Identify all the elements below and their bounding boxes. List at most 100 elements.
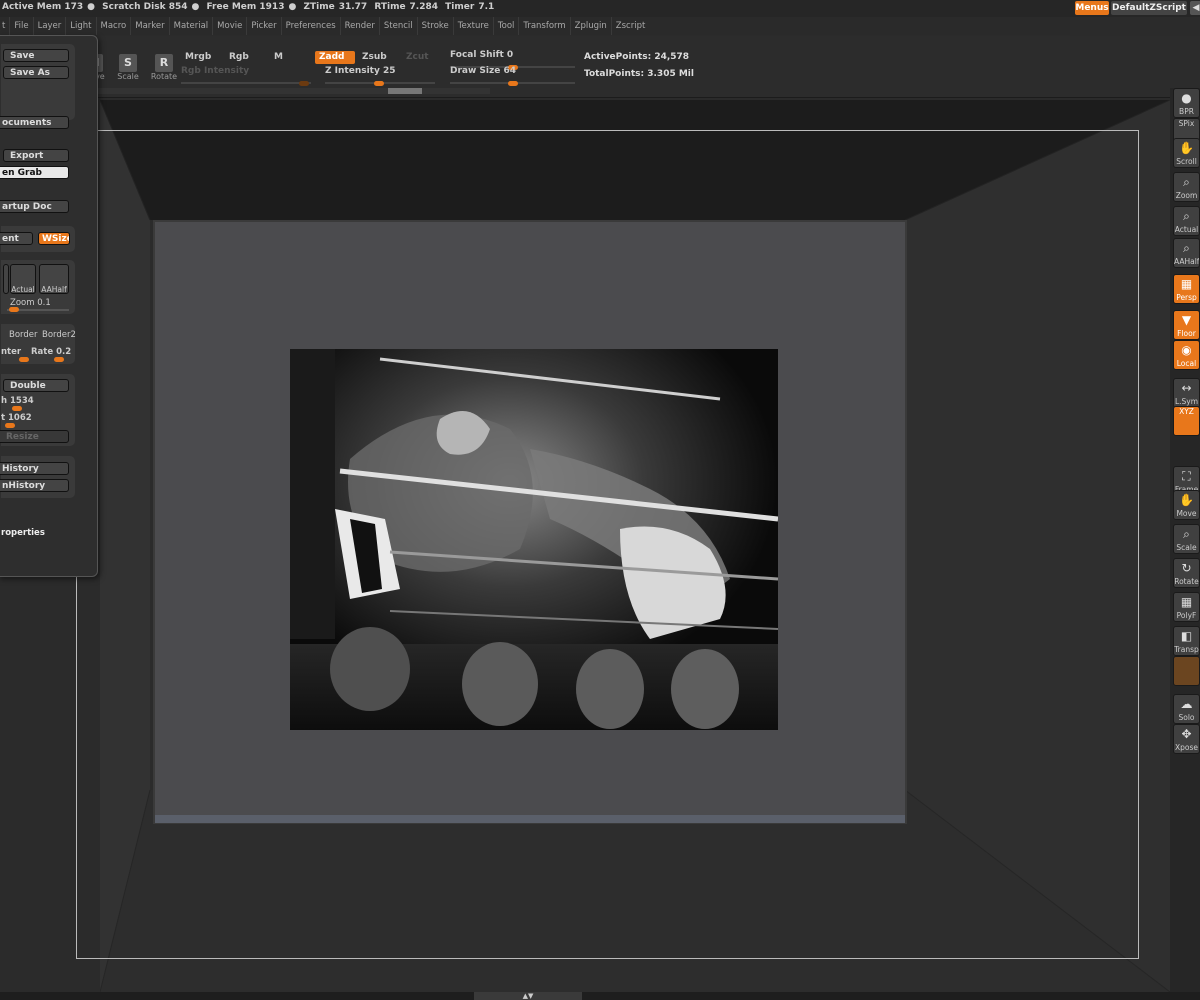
bottom-shelf-toggle[interactable]: ▲▼ [474,992,582,1000]
menu-tool[interactable]: Tool [492,17,519,35]
width-slider-knob[interactable] [12,406,22,411]
shelf-scroll-button[interactable]: ✋ Scroll [1173,138,1200,168]
save-as-button[interactable]: Save As [3,66,69,79]
zoom-slider-knob[interactable] [9,307,19,312]
shelf-bpr-button[interactable]: ● BPR [1173,88,1200,118]
scroll-square-button[interactable] [3,264,9,294]
scale-tool[interactable]: S Scale [114,54,142,81]
shelf-local-button[interactable]: ◉ Local [1173,340,1200,370]
shelf-label: Zoom [1175,191,1198,200]
menu-stroke[interactable]: Stroke [416,17,453,35]
screen-grab-button[interactable]: en Grab [0,166,69,179]
wsize-button[interactable]: WSize [38,232,70,245]
history-button[interactable]: History [0,462,69,475]
shelf-floor-button[interactable]: ▼ Floor [1173,310,1200,340]
shelf-aahalf-button[interactable]: ⌕ AAHalf [1173,238,1200,268]
width-slider-label[interactable]: h 1534 [1,396,34,406]
menu-macro[interactable]: Macro [95,17,131,35]
shelf-polyf-button[interactable]: ▦ PolyF [1173,592,1200,622]
shelf-zoom-button[interactable]: ⌕ Zoom [1173,172,1200,202]
rate-slider-label[interactable]: Rate 0.2 [31,347,71,357]
menu-layer[interactable]: Layer [32,17,66,35]
height-slider-knob[interactable] [5,423,15,428]
menu-texture[interactable]: Texture [452,17,493,35]
collapse-arrow-icon[interactable]: ◀ [1190,1,1200,15]
zbrush-window: Active Mem 173 ● Scratch Disk 854 ● Free M… [0,0,1200,1000]
menu-zplugin[interactable]: Zplugin [569,17,611,35]
m-button[interactable]: M [270,51,287,64]
shelf-persp-button[interactable]: ▦ Persp [1173,274,1200,304]
default-zscript-button[interactable]: DefaultZScript [1111,1,1187,15]
menus-button[interactable]: Menus [1075,1,1109,15]
menu-transform[interactable]: Transform [518,17,569,35]
rgb-intensity-slider[interactable]: Rgb Intensity [181,66,311,86]
shelf-xyz-button[interactable]: XYZ [1173,406,1200,436]
zsub-button[interactable]: Zsub [358,51,391,64]
zadd-button[interactable]: Zadd [315,51,355,64]
shelf-solo-button[interactable]: ☁ Solo [1173,694,1200,724]
save-button[interactable]: Save [3,49,69,62]
center-slider-knob[interactable] [19,357,29,362]
center-slider-label[interactable]: nter [1,347,21,357]
menu-stencil[interactable]: Stencil [378,17,417,35]
menu-preferences[interactable]: Preferences [280,17,340,35]
shelf-label: BPR [1179,107,1194,116]
shelf-actual-button[interactable]: ⌕ Actual [1173,206,1200,236]
menu-t[interactable]: t [0,17,9,35]
menu-light[interactable]: Light [65,17,95,35]
menu-movie[interactable]: Movie [212,17,246,35]
menu-render[interactable]: Render [339,17,379,35]
bpr-icon: ● [1181,91,1192,105]
scroll-icon: ✋ [1179,141,1194,155]
free-mem: Free Mem 1913 [206,2,285,12]
nhistory-button[interactable]: nHistory [0,479,69,492]
menu-material[interactable]: Material [168,17,213,35]
rgb-button[interactable]: Rgb [225,51,253,64]
draw-size-slider[interactable]: Draw Size 64 [450,66,575,86]
aahalf-button[interactable]: AAHalf [39,264,69,294]
properties-section[interactable]: roperties [1,528,45,538]
move-icon: ✋ [1179,493,1194,507]
canvas-bottom-edge [155,815,905,823]
shelf-rotate-button[interactable]: ↻ Rotate [1173,558,1200,588]
document-palette: Save Save As ocuments Export en Grab art… [0,35,98,577]
shelf-move-button[interactable]: ✋ Move [1173,490,1200,520]
shelf-label: SPix [1178,119,1195,128]
shelf-transp-button[interactable]: ◧ Transp [1173,626,1200,656]
scratch-disk: Scratch Disk 854 [102,2,188,12]
actual-button[interactable]: Actual [10,264,36,294]
shelf-material-button[interactable] [1173,656,1200,686]
active-mem: Active Mem 173 [2,2,84,12]
menu-file[interactable]: File [9,17,32,35]
shelf-xpose-button[interactable]: ✥ Xpose [1173,724,1200,754]
export-button[interactable]: Export [3,149,69,162]
height-slider-label[interactable]: t 1062 [1,413,32,423]
active-points: ActivePoints: 24,578 [584,52,690,62]
double-button[interactable]: Double [3,379,69,392]
border2-button[interactable]: Border2 [42,330,76,340]
mrgb-button[interactable]: Mrgb [181,51,215,64]
shelf-label: L.Sym [1174,397,1199,406]
toolbar-scroll-thumb[interactable] [388,88,422,94]
border-button[interactable]: Border [9,330,38,340]
rotate-tool[interactable]: R Rotate [148,54,180,81]
ztime-value: 31.77 [338,2,368,12]
shelf-lsym-button[interactable]: ↔ L.Sym [1173,378,1200,408]
shelf-scale-button[interactable]: ⌕ Scale [1173,524,1200,554]
menu-picker[interactable]: Picker [246,17,280,35]
rate-slider-knob[interactable] [54,357,64,362]
shelf-label: Persp [1176,293,1197,302]
menu-zscript[interactable]: Zscript [610,17,650,35]
toolbar-scrollbar[interactable] [80,88,490,94]
menu-marker[interactable]: Marker [130,17,168,35]
timer-value: 7.1 [478,2,495,12]
shelf-label: Scale [1176,543,1197,552]
startup-doc-button[interactable]: artup Doc [0,200,69,213]
resize-button[interactable]: Resize [0,430,69,443]
rtime-label: RTime [374,2,406,12]
zcut-button[interactable]: Zcut [402,51,433,64]
documents-button[interactable]: ocuments [0,116,69,129]
ent-button[interactable]: ent [0,232,33,245]
xpose-icon: ✥ [1181,727,1192,741]
z-intensity-slider[interactable]: Z Intensity 25 [325,66,435,86]
